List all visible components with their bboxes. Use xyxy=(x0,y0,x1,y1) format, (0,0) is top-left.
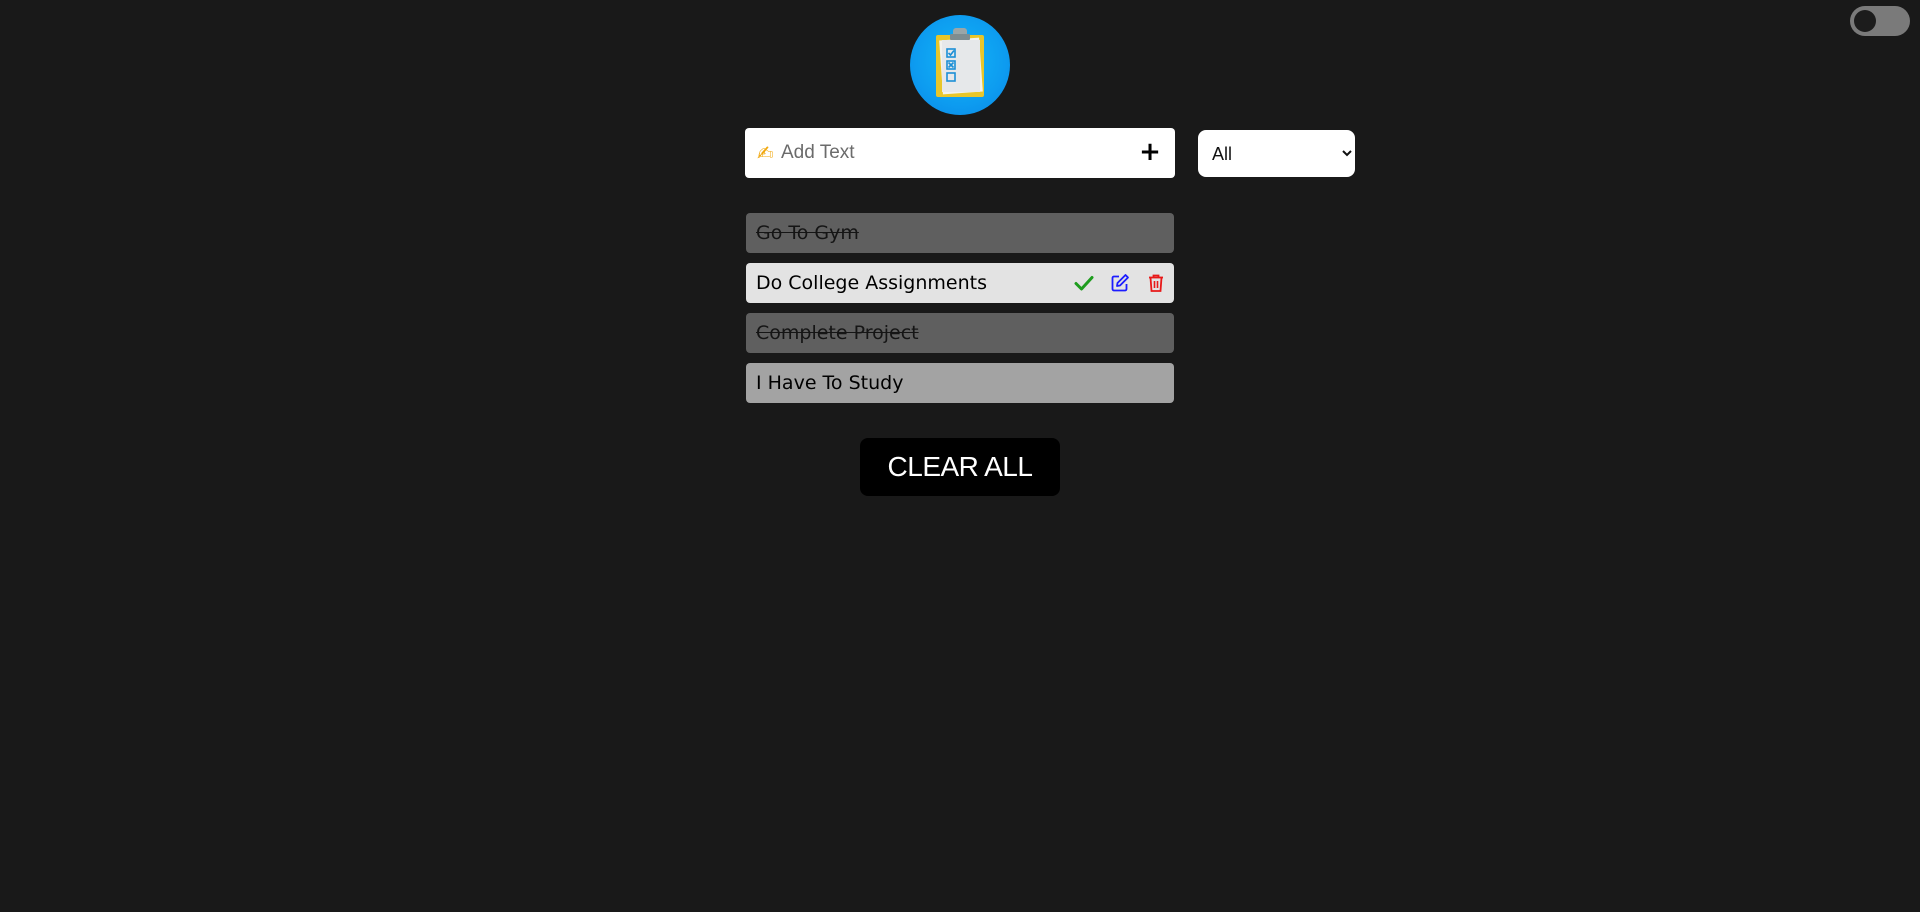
todo-item[interactable]: Complete Project xyxy=(746,313,1174,353)
check-icon[interactable] xyxy=(1074,273,1094,293)
writing-hand-icon: ✍ xyxy=(757,141,774,165)
filter-select[interactable]: All xyxy=(1198,130,1355,177)
todo-text: Do College Assignments xyxy=(756,272,987,294)
clipboard-logo xyxy=(910,15,1010,115)
todo-list: Go To Gym Do College Assignments Complet… xyxy=(746,213,1174,413)
clear-all-button[interactable]: CLEAR ALL xyxy=(860,438,1060,496)
clipboard-icon xyxy=(936,28,984,97)
todo-item[interactable]: Go To Gym xyxy=(746,213,1174,253)
todo-app: ✍ + All Go To Gym Do College Assignments xyxy=(0,0,1920,912)
add-task-field: ✍ + xyxy=(745,128,1175,178)
task-input[interactable] xyxy=(781,136,1121,170)
todo-text: Go To Gym xyxy=(756,222,859,244)
todo-actions xyxy=(1058,273,1166,293)
todo-item[interactable]: I Have To Study xyxy=(746,363,1174,403)
toggle-knob xyxy=(1854,10,1876,32)
theme-toggle[interactable] xyxy=(1850,6,1910,36)
todo-text: Complete Project xyxy=(756,322,919,344)
edit-icon[interactable] xyxy=(1110,273,1130,293)
todo-text: I Have To Study xyxy=(756,372,904,394)
trash-icon[interactable] xyxy=(1146,273,1166,293)
todo-item[interactable]: Do College Assignments xyxy=(746,263,1174,303)
add-button[interactable]: + xyxy=(1137,139,1163,165)
